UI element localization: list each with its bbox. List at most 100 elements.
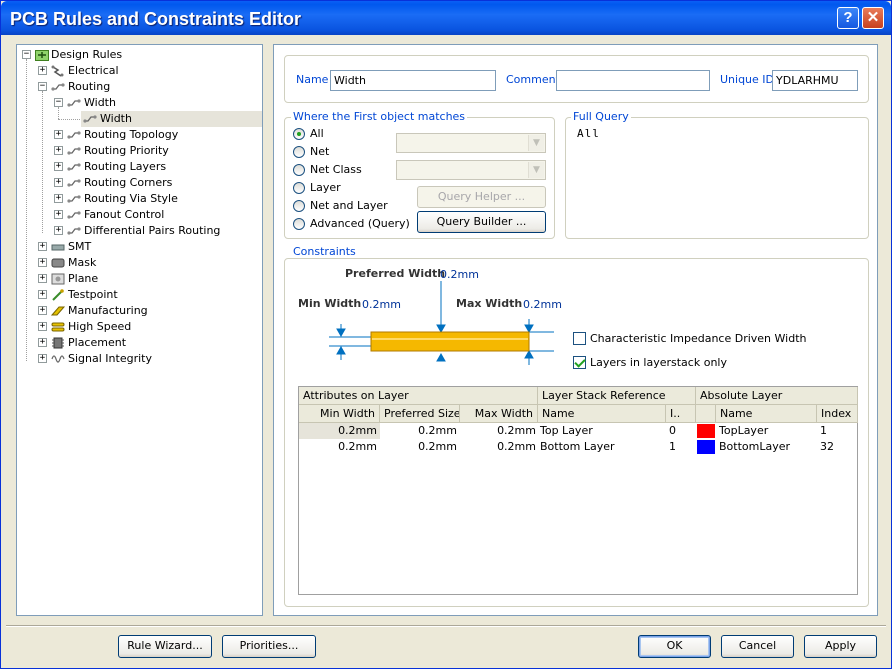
tree-item-routing-via-style[interactable]: + Routing Via Style (17, 191, 262, 207)
tree-label: Routing Topology (84, 128, 179, 141)
tree-item-placement[interactable]: + Placement (17, 335, 262, 351)
expand-icon[interactable]: + (38, 322, 47, 331)
cell-min-width[interactable]: 0.2mm (299, 423, 377, 439)
rule-wizard-button[interactable]: Rule Wizard... (118, 635, 212, 658)
collapse-icon[interactable]: − (54, 98, 63, 107)
expand-icon[interactable]: + (54, 130, 63, 139)
tree-item-routing-priority[interactable]: + Routing Priority (17, 143, 262, 159)
radio-icon[interactable] (293, 182, 305, 194)
expand-icon[interactable]: + (54, 162, 63, 171)
expand-icon[interactable]: + (54, 178, 63, 187)
expand-icon[interactable]: + (54, 194, 63, 203)
tree-item-electrical[interactable]: + Electrical (17, 63, 262, 79)
tree-item-manufacturing[interactable]: + Manufacturing (17, 303, 262, 319)
comment-field[interactable] (556, 70, 710, 91)
cell-max-width[interactable]: 0.2mm (460, 423, 536, 439)
cell-layer-index[interactable]: 1 (669, 439, 676, 455)
tree-item-high-speed[interactable]: + High Speed (17, 319, 262, 335)
cell-min-width[interactable]: 0.2mm (299, 439, 377, 455)
tree-item-width-group[interactable]: − Width (17, 95, 262, 111)
layer-color-swatch (697, 440, 715, 454)
column-header-preferred-size[interactable]: Preferred Size (380, 405, 460, 423)
collapse-icon[interactable]: − (22, 50, 31, 59)
column-header-min-width[interactable]: Min Width (299, 405, 380, 423)
column-header-absolute-name[interactable]: Name (716, 405, 817, 423)
tree-item-plane[interactable]: + Plane (17, 271, 262, 287)
tree-item-routing[interactable]: − Routing (17, 79, 262, 95)
title-bar[interactable]: PCB Rules and Constraints Editor ? ✕ (1, 1, 891, 35)
impedance-checkbox[interactable] (573, 332, 586, 345)
cell-preferred-size[interactable]: 0.2mm (380, 423, 457, 439)
cell-absolute-index[interactable]: 32 (820, 439, 834, 455)
expand-icon[interactable]: + (38, 354, 47, 363)
radio-selected-icon[interactable] (293, 128, 305, 140)
collapse-icon[interactable]: − (38, 82, 47, 91)
chevron-down-icon[interactable]: ▼ (528, 135, 544, 151)
tree-item-differential-pairs[interactable]: + Differential Pairs Routing (17, 223, 262, 239)
cell-preferred-size[interactable]: 0.2mm (380, 439, 457, 455)
tree-item-routing-layers[interactable]: + Routing Layers (17, 159, 262, 175)
table-row[interactable]: 0.2mm 0.2mm 0.2mm Top Layer 0 TopLayer 1 (299, 423, 857, 439)
cancel-button[interactable]: Cancel (721, 635, 794, 658)
expand-icon[interactable]: + (38, 66, 47, 75)
expand-icon[interactable]: + (38, 258, 47, 267)
cell-layer-name[interactable]: Bottom Layer (540, 439, 615, 455)
query-helper-button[interactable]: Query Helper ... (417, 186, 546, 208)
tree-item-testpoint[interactable]: + Testpoint (17, 287, 262, 303)
tree-item-design-rules[interactable]: − Design Rules (17, 47, 262, 63)
cell-absolute-name[interactable]: BottomLayer (719, 439, 790, 455)
column-header-max-width[interactable]: Max Width (460, 405, 538, 423)
expand-icon[interactable]: + (38, 306, 47, 315)
close-button[interactable]: ✕ (862, 7, 884, 29)
ok-button[interactable]: OK (638, 635, 711, 658)
priorities-button[interactable]: Priorities... (222, 635, 316, 658)
radio-label: Net and Layer (310, 199, 388, 212)
layerstack-checkbox[interactable] (573, 356, 586, 369)
unique-id-field[interactable]: YDLARHMU (772, 70, 858, 91)
tree-item-signal-integrity[interactable]: + Signal Integrity (17, 351, 262, 367)
query-builder-button[interactable]: Query Builder ... (417, 211, 546, 233)
column-header-name[interactable]: Name (538, 405, 666, 423)
tree-item-width-rule[interactable]: Width (81, 111, 262, 127)
cell-layer-index[interactable]: 0 (669, 423, 676, 439)
net-dropdown[interactable]: ▼ (396, 133, 546, 153)
cell-absolute-name[interactable]: TopLayer (719, 423, 768, 439)
expand-icon[interactable]: + (54, 146, 63, 155)
expand-icon[interactable]: + (38, 274, 47, 283)
tree-label: Electrical (68, 64, 119, 77)
tree-label: Manufacturing (68, 304, 148, 317)
column-header-index-short[interactable]: I.. (666, 405, 696, 423)
table-row[interactable]: 0.2mm 0.2mm 0.2mm Bottom Layer 1 BottomL… (299, 439, 857, 455)
tree-item-fanout-control[interactable]: + Fanout Control (17, 207, 262, 223)
tree-item-smt[interactable]: + SMT (17, 239, 262, 255)
help-button[interactable]: ? (837, 7, 859, 29)
grid-group-header-absolute: Absolute Layer (696, 387, 858, 405)
cell-layer-name[interactable]: Top Layer (540, 423, 593, 439)
radio-icon[interactable] (293, 146, 305, 158)
radio-icon[interactable] (293, 200, 305, 212)
tree-item-routing-topology[interactable]: + Routing Topology (17, 127, 262, 143)
radio-icon[interactable] (293, 218, 305, 230)
layer-attributes-grid[interactable]: Attributes on Layer Layer Stack Referenc… (298, 386, 858, 595)
expand-icon[interactable]: + (38, 290, 47, 299)
full-query-group (565, 117, 869, 239)
expand-icon[interactable]: + (38, 242, 47, 251)
column-header-absolute-index[interactable]: Index (817, 405, 858, 423)
tree-label: Routing Via Style (84, 192, 178, 205)
tree-item-routing-corners[interactable]: + Routing Corners (17, 175, 262, 191)
rules-tree[interactable]: − Design Rules + Electrical − Routing − … (16, 44, 263, 616)
tree-item-mask[interactable]: + Mask (17, 255, 262, 271)
expand-icon[interactable]: + (38, 338, 47, 347)
routing-icon (67, 163, 81, 171)
chevron-down-icon[interactable]: ▼ (528, 162, 544, 178)
net-class-dropdown[interactable]: ▼ (396, 160, 546, 180)
apply-button[interactable]: Apply (804, 635, 877, 658)
preferred-width-value[interactable]: 0.2mm (440, 268, 479, 281)
cell-max-width[interactable]: 0.2mm (460, 439, 536, 455)
radio-icon[interactable] (293, 164, 305, 176)
name-field[interactable]: Width (330, 70, 496, 91)
cell-absolute-index[interactable]: 1 (820, 423, 827, 439)
expand-icon[interactable]: + (54, 226, 63, 235)
expand-icon[interactable]: + (54, 210, 63, 219)
full-query-text[interactable]: All (577, 127, 600, 140)
